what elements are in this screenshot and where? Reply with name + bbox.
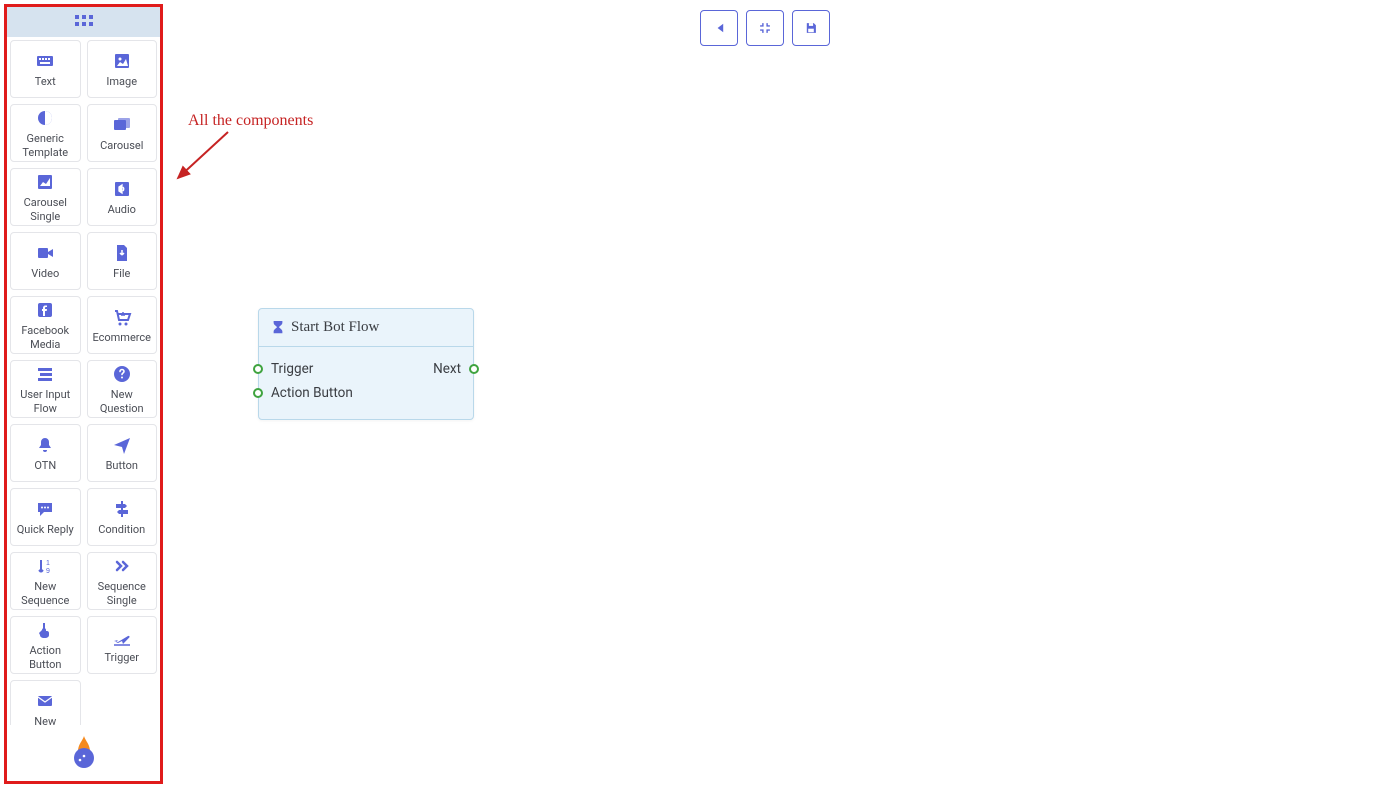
output-port[interactable] [469, 364, 479, 374]
component-label: Audio [108, 203, 136, 217]
component-label: Video [31, 267, 59, 281]
comment-icon [35, 499, 55, 519]
node-header[interactable]: Start Bot Flow [259, 309, 473, 347]
component-label: Carousel [100, 139, 143, 153]
component-label: Quick Reply [17, 523, 74, 537]
node-row-label-right: Next [433, 361, 461, 377]
signpost-icon [112, 499, 132, 519]
component-label: Button [106, 459, 138, 473]
component-new[interactable]: New [10, 680, 81, 725]
node-title: Start Bot Flow [291, 319, 379, 336]
component-label: File [113, 267, 130, 281]
component-image[interactable]: Image [87, 40, 158, 98]
component-label: Sequence Single [92, 580, 153, 608]
video-icon [35, 243, 55, 263]
component-label: Image [106, 75, 137, 89]
start-bot-flow-node[interactable]: Start Bot Flow Trigger Next Action Button [258, 308, 474, 420]
component-user-input-flow[interactable]: User Input Flow [10, 360, 81, 418]
fit-view-button[interactable] [746, 10, 784, 46]
annotation-label: All the components [188, 112, 313, 130]
component-condition[interactable]: Condition [87, 488, 158, 546]
component-text[interactable]: Text [10, 40, 81, 98]
component-carousel[interactable]: Carousel [87, 104, 158, 162]
plane-depart-icon [112, 627, 132, 647]
node-body: Trigger Next Action Button [259, 347, 473, 419]
component-label: Condition [98, 523, 145, 537]
component-new-question[interactable]: New Question [87, 360, 158, 418]
chevrons-icon [112, 556, 132, 576]
component-label: Generic Template [15, 132, 76, 160]
component-label: Trigger [105, 651, 139, 665]
file-download-icon [112, 243, 132, 263]
component-facebook-media[interactable]: Facebook Media [10, 296, 81, 354]
component-video[interactable]: Video [10, 232, 81, 290]
image-alt-icon [35, 172, 55, 192]
stream-icon [35, 364, 55, 384]
component-otn[interactable]: OTN [10, 424, 81, 482]
audio-icon [112, 179, 132, 199]
component-audio[interactable]: Audio [87, 168, 158, 226]
component-label: New [34, 715, 56, 725]
sidebar-header[interactable] [7, 7, 160, 37]
node-row: Action Button [271, 381, 461, 405]
component-label: New Sequence [15, 580, 76, 608]
keyboard-icon [35, 51, 55, 71]
component-sequence-single[interactable]: Sequence Single [87, 552, 158, 610]
image-icon [112, 51, 132, 71]
component-button[interactable]: Button [87, 424, 158, 482]
component-trigger[interactable]: Trigger [87, 616, 158, 674]
annotation-arrow-icon [172, 128, 232, 183]
grid-icon [75, 13, 93, 32]
sidebar-footer-logo [7, 725, 160, 781]
tap-icon [35, 620, 55, 640]
node-row-label-left: Trigger [271, 361, 313, 377]
cart-icon [112, 307, 132, 327]
brand-logo-icon [69, 736, 99, 770]
component-label: User Input Flow [15, 388, 76, 416]
component-quick-reply[interactable]: Quick Reply [10, 488, 81, 546]
component-list[interactable]: Text Image Generic Template Carousel Carouse… [7, 37, 160, 725]
component-action-button[interactable]: Action Button [10, 616, 81, 674]
save-icon [804, 21, 818, 35]
component-label: Ecommerce [92, 331, 151, 345]
send-icon [112, 435, 132, 455]
input-port[interactable] [253, 364, 263, 374]
save-button[interactable] [792, 10, 830, 46]
sort-numeric-icon [35, 556, 55, 576]
facebook-icon [35, 300, 55, 320]
node-row: Trigger Next [271, 357, 461, 381]
node-row-label-left: Action Button [271, 385, 353, 401]
component-ecommerce[interactable]: Ecommerce [87, 296, 158, 354]
hourglass-icon [271, 321, 285, 335]
component-label: Action Button [15, 644, 76, 672]
bell-icon [35, 435, 55, 455]
contrast-icon [35, 108, 55, 128]
skip-back-icon [712, 21, 726, 35]
input-port[interactable] [253, 388, 263, 398]
component-label: Carousel Single [15, 196, 76, 224]
component-label: OTN [34, 459, 56, 473]
component-new-sequence[interactable]: New Sequence [10, 552, 81, 610]
compress-icon [758, 21, 772, 35]
component-file[interactable]: File [87, 232, 158, 290]
component-label: Facebook Media [15, 324, 76, 352]
canvas-toolbar [700, 10, 830, 46]
envelope-icon [35, 691, 55, 711]
component-sidebar: Text Image Generic Template Carousel Carouse… [4, 4, 163, 784]
question-icon [112, 364, 132, 384]
reset-view-button[interactable] [700, 10, 738, 46]
component-label: New Question [92, 388, 153, 416]
component-carousel-single[interactable]: Carousel Single [10, 168, 81, 226]
component-label: Text [35, 75, 56, 89]
component-generic-template[interactable]: Generic Template [10, 104, 81, 162]
images-icon [112, 115, 132, 135]
